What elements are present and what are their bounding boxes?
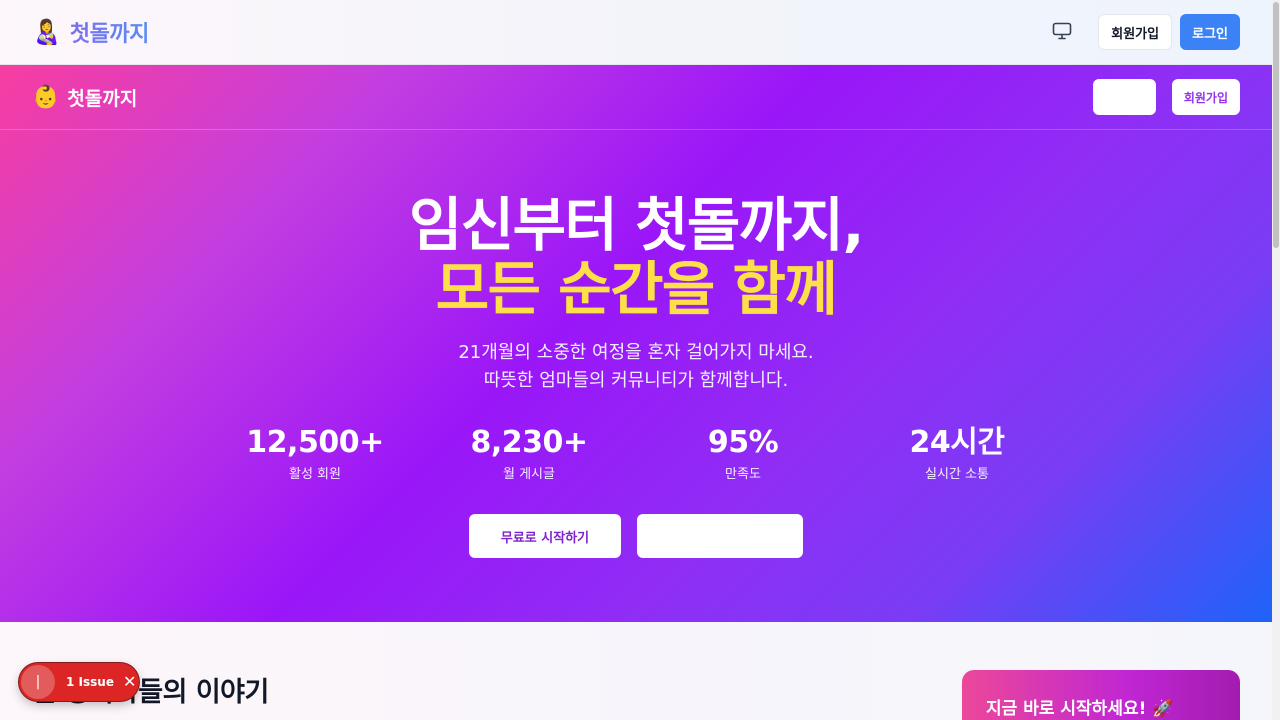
hero-title: 임신부터 첫돌까지, 모든 순간을 함께 [0, 193, 1272, 321]
hero-brand-title: 첫돌까지 [67, 87, 138, 110]
start-card: 지금 바로 시작하세요! 🚀 [962, 670, 1240, 720]
brand[interactable]: 👩‍🍼 첫돌까지 [32, 16, 149, 48]
hero-nav-blank-button[interactable] [1092, 79, 1156, 115]
hero-subtitle-line2: 따뜻한 엄마들의 커뮤니티가 함께합니다. [483, 370, 789, 391]
stories-section: 한 양육자들의 이야기 지금 바로 시작하세요! 🚀 [0, 622, 1272, 720]
logo-emoji-icon: 👩‍🍼 [32, 18, 62, 46]
start-free-button[interactable]: 무료로 시작하기 [469, 514, 621, 558]
scrollbar-thumb[interactable] [1273, 2, 1279, 248]
hero-title-line2: 모든 순간을 함께 [435, 255, 838, 323]
secondary-cta-button[interactable] [637, 514, 803, 558]
top-header: 👩‍🍼 첫돌까지 회원가입 로그인 [0, 0, 1272, 65]
stat-value: 12,500+ [246, 425, 384, 460]
cta-row: 무료로 시작하기 [469, 514, 803, 558]
stats-row: 12,500+ 활성 회원 8,230+ 월 게시글 95% 만족도 24시간 … [208, 425, 1064, 482]
issue-logo-icon[interactable]: | [21, 665, 55, 699]
stat-members: 12,500+ 활성 회원 [208, 425, 422, 482]
hero-subtitle: 21개월의 소중한 여정을 혼자 걸어가지 마세요. 따뜻한 엄마들의 커뮤니티… [0, 339, 1272, 395]
login-button[interactable]: 로그인 [1180, 14, 1240, 50]
hero-title-line1: 임신부터 첫돌까지, [408, 191, 865, 259]
baby-emoji-icon: 👶 [32, 84, 60, 110]
hero-brand[interactable]: 👶 첫돌까지 [32, 84, 137, 111]
stat-value: 8,230+ [470, 425, 588, 460]
stat-label: 실시간 소통 [925, 467, 989, 482]
signup-button[interactable]: 회원가입 [1098, 14, 1173, 50]
stat-label: 활성 회원 [289, 467, 341, 482]
header-actions: 회원가입 로그인 [1044, 14, 1240, 50]
close-icon[interactable]: ✕ [123, 674, 136, 690]
hero-nav-actions: 회원가입 [1092, 79, 1240, 115]
issue-count[interactable]: 1 Issue [66, 675, 114, 689]
stat-label: 만족도 [725, 467, 761, 482]
issue-badge[interactable]: | 1 Issue ✕ [19, 663, 139, 701]
brand-title: 첫돌까지 [70, 16, 149, 48]
monitor-icon [1052, 22, 1072, 43]
stat-value: 95% [707, 425, 779, 460]
stat-posts: 8,230+ 월 게시글 [422, 425, 636, 482]
theme-toggle-button[interactable] [1044, 14, 1080, 50]
start-card-title: 지금 바로 시작하세요! 🚀 [986, 699, 1174, 719]
stat-realtime: 24시간 실시간 소통 [850, 425, 1064, 482]
stat-value: 24시간 [909, 425, 1005, 460]
hero-subtitle-line1: 21개월의 소중한 여정을 혼자 걸어가지 마세요. [458, 342, 814, 363]
hero-section: 👶 첫돌까지 회원가입 임신부터 첫돌까지, 모든 순간을 함께 21개월의 소… [0, 65, 1272, 622]
hero-nav: 👶 첫돌까지 회원가입 [0, 65, 1272, 130]
stat-label: 월 게시글 [503, 467, 555, 482]
hero-signup-button[interactable]: 회원가입 [1171, 79, 1240, 115]
page-scrollbar[interactable] [1272, 0, 1280, 720]
stat-satisfaction: 95% 만족도 [636, 425, 850, 482]
